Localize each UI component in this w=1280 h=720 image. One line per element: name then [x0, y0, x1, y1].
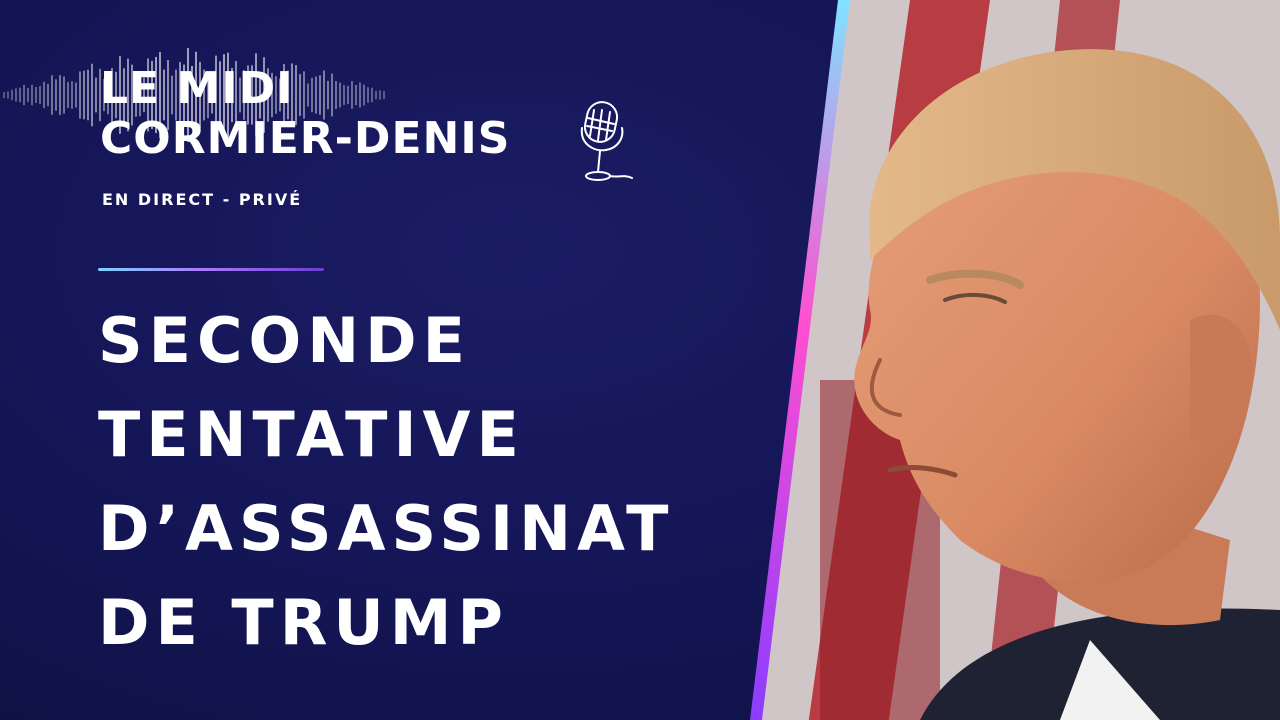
headline-line-3: D’ASSASSINAT: [98, 492, 675, 565]
headline: SECONDE TENTATIVE D’ASSASSINAT DE TRUMP: [98, 294, 674, 670]
headline-line-4: DE TRUMP: [98, 586, 509, 659]
show-title: LE MIDI CORMIER-DENIS: [100, 64, 510, 164]
portrait-photo: [760, 0, 1280, 720]
show-title-line-1: LE MIDI: [100, 63, 294, 114]
headline-line-2: TENTATIVE: [98, 398, 525, 471]
divider-line: [98, 268, 324, 271]
thumbnail: LE MIDI CORMIER-DENIS EN DIRECT - PRIVÉ …: [0, 0, 1280, 720]
headline-line-1: SECONDE: [98, 304, 471, 377]
show-title-line-2: CORMIER-DENIS: [100, 113, 511, 164]
show-subtitle: EN DIRECT - PRIVÉ: [102, 190, 303, 209]
microphone-icon: [580, 101, 633, 181]
